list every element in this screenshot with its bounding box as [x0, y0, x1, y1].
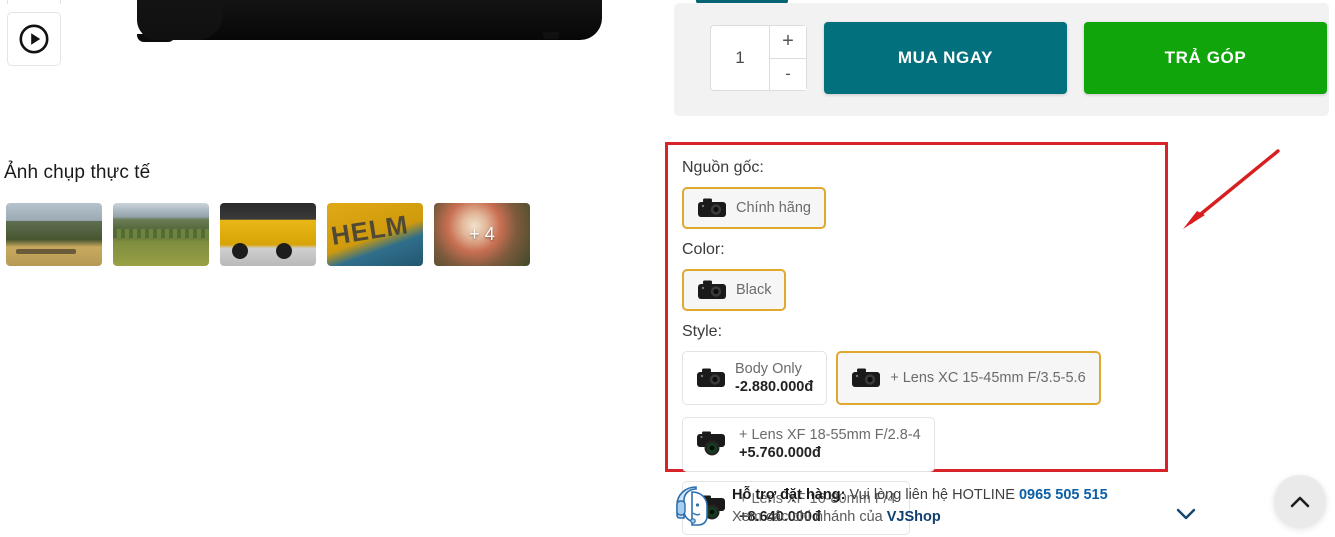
annotation-arrow	[1183, 149, 1280, 229]
camera-foot-right	[543, 32, 559, 39]
order-support-row[interactable]: Hỗ trợ đặt hàng: Vui lòng liên hệ HOTLIN…	[672, 478, 1332, 533]
product-hero-image[interactable]	[137, 0, 602, 42]
option-group-origin: Chính hãng	[682, 187, 1165, 229]
option-label: Black	[736, 282, 772, 298]
quantity-increase-button[interactable]: +	[770, 26, 806, 58]
camera-foot-left	[179, 32, 195, 39]
option-text: Body Only -2.880.000đ	[735, 360, 813, 396]
option-group-label-origin: Nguồn gốc:	[682, 159, 764, 176]
headset-support-icon	[676, 485, 708, 526]
quantity-buttons: + -	[769, 26, 806, 90]
list-item[interactable]	[220, 203, 316, 266]
support-hotline-line: Hỗ trợ đặt hàng: Vui lòng liên hệ HOTLIN…	[732, 487, 1108, 503]
option-group-label-style: Style:	[682, 323, 723, 340]
support-brand: VJShop	[886, 508, 941, 525]
video-play-button[interactable]	[7, 12, 61, 66]
support-phone-number[interactable]: 0965 505 515	[1019, 487, 1108, 503]
gallery-title: Ảnh chụp thực tế	[4, 162, 151, 183]
option-origin-chinh-hang[interactable]: Chính hãng	[682, 187, 826, 229]
product-purchase-column: 1 + - MUA NGAY TRẢ GÓP Nguồn gốc: Chính …	[660, 0, 1335, 537]
support-hotline-text: Vui lòng liên hệ HOTLINE	[849, 486, 1015, 503]
product-page: Ảnh chụp thực tế + 4 1 + - MUA NGAY TRẢ …	[0, 0, 1335, 537]
option-label: Chính hãng	[736, 200, 811, 216]
option-style-body-only[interactable]: Body Only -2.880.000đ	[682, 351, 828, 406]
play-circle-icon	[19, 24, 49, 54]
camera-lens-icon	[697, 431, 725, 456]
option-style-lens-xc-15-45[interactable]: + Lens XC 15-45mm F/3.5-5.6	[836, 351, 1101, 406]
installment-button[interactable]: TRẢ GÓP	[1084, 22, 1327, 94]
gallery-thumbnails: + 4	[6, 203, 530, 266]
quantity-value[interactable]: 1	[711, 26, 769, 90]
option-label: + Lens XC 15-45mm F/3.5-5.6	[890, 370, 1086, 387]
option-color-black[interactable]: Black	[682, 269, 787, 311]
quantity-decrease-button[interactable]: -	[770, 57, 806, 90]
support-label: Hỗ trợ đặt hàng:	[732, 486, 846, 503]
buy-now-button[interactable]: MUA NGAY	[824, 22, 1067, 94]
camera-icon	[698, 280, 726, 299]
option-style-lens-xf-18-55[interactable]: + Lens XF 18-55mm F/2.8-4 +5.760.000đ	[682, 417, 935, 472]
chevron-down-icon[interactable]	[1176, 508, 1196, 520]
gallery-thumb-stub	[7, 0, 61, 4]
option-group-style-row1: Body Only -2.880.000đ + Lens XC 15-45mm …	[682, 351, 1165, 406]
camera-icon	[697, 368, 725, 388]
gallery-more-count: + 4	[469, 224, 495, 244]
option-group-label-color: Color:	[682, 241, 725, 258]
product-options-box: Nguồn gốc: Chính hãng Color: Black Style…	[665, 142, 1168, 535]
option-label: Body Only	[735, 361, 802, 377]
camera-icon	[852, 368, 881, 388]
list-item[interactable]	[113, 203, 209, 266]
quantity-stepper[interactable]: 1 + -	[710, 25, 807, 91]
product-media-column: Ảnh chụp thực tế + 4	[0, 0, 660, 537]
gallery-more-thumbnail[interactable]: + 4	[434, 203, 530, 266]
option-label: + Lens XF 18-55mm F/2.8-4	[739, 427, 921, 444]
purchase-panel: 1 + - MUA NGAY TRẢ GÓP	[674, 3, 1329, 116]
chevron-up-icon	[1290, 496, 1310, 507]
option-text: + Lens XF 18-55mm F/2.8-4 +5.760.000đ	[739, 426, 921, 462]
support-branches-text: Xem các chi nhánh của	[732, 508, 883, 525]
option-price: -2.880.000đ	[735, 379, 814, 396]
support-texts: Hỗ trợ đặt hàng: Vui lòng liên hệ HOTLIN…	[732, 487, 1108, 525]
list-item[interactable]	[6, 203, 102, 266]
scroll-to-top-button[interactable]	[1274, 475, 1326, 527]
camera-icon	[698, 198, 726, 217]
support-branches-line[interactable]: Xem các chi nhánh của VJShop	[732, 509, 1108, 525]
option-group-color: Black	[682, 269, 1165, 311]
list-item[interactable]	[327, 203, 423, 266]
option-price: +5.760.000đ	[739, 445, 821, 462]
